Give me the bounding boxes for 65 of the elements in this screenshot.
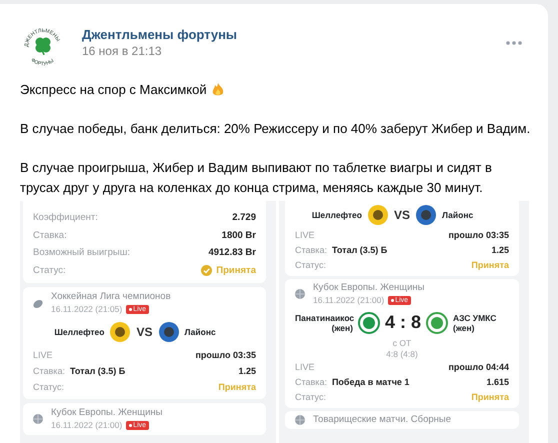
league-name: Кубок Европы. Женщины [313,282,424,294]
score-note: 4:8 (4:8) [385,349,419,360]
puck-icon [33,298,43,308]
emblem-icon [426,312,448,334]
row-value: 4912.83 Br [208,246,256,260]
status-text: Принята [471,391,509,404]
odds-value: 1.615 [486,376,509,389]
fire-icon [210,82,225,96]
match-state: LIVE [295,361,315,374]
status-label: Статус: [33,264,66,278]
emblem-icon [358,312,380,334]
team-name: АЗС УМКС (жен) [453,312,498,332]
bet-name: Тотал (3.5) Б [332,245,388,255]
row-value: 2.729 [232,211,256,225]
status-text: Принята [216,264,256,278]
bet-label: Ставка: [295,245,327,255]
ball-icon [295,415,305,425]
status-label: Статус: [295,391,326,404]
bet-name: Победа в матче 1 [332,377,410,387]
check-icon [201,264,212,276]
emblem-icon [158,321,180,343]
elapsed-time: прошло 04:44 [448,361,509,374]
post-text: В случае проигрыша, Жибер и Вадим выпивают по таблетке виагры и сидят в трусах друг у друга на коленках до конца стрима, меняясь каждые 30 минут. [20,159,493,197]
row-value: 1800 Br [222,228,256,242]
emblem-icon [109,321,132,343]
post-text: Экспресс на спор с Максимкой [20,82,207,97]
odds-value: 1.25 [491,244,509,257]
team-name: Шеллефтео [53,327,104,337]
status-text: Принята [218,381,256,394]
status-label: Статус: [295,259,326,272]
status-label: Статус: [33,381,64,394]
emblem-icon [415,204,437,226]
bet-name: Тотал (3.5) Б [70,366,126,376]
post-text: В случае победы, банк делиться: 20% Режиссеру и по 40% заберут Жибер и Вадим. [20,120,532,138]
match-score: 4 : 8 [385,311,422,334]
elapsed-time: прошло 03:35 [448,229,509,242]
emblem-icon [366,204,389,226]
author-name[interactable]: Джентльмены фортуны [82,26,506,43]
post-date[interactable]: 16 ноя в 21:13 [82,43,506,60]
match-date: 16.11.2022 (21:05) [51,303,122,315]
match-state: LIVE [33,349,53,362]
ball-icon [295,289,305,299]
match-date: 16.11.2022 (21:00) [51,419,122,431]
row-label: Ставка: [33,228,67,242]
more-icon [506,41,522,45]
score-note: с ОТ [392,338,412,349]
team-name: Панатинаикос (жен) [295,312,353,332]
status-text: Принята [471,259,509,272]
odds-value: 1.25 [238,365,256,378]
league-name: Хоккейная Лига чемпионов [51,291,171,303]
league-name: Кубок Европы. Женщины [51,407,162,419]
match-date: 16.11.2022 (21:00) [313,294,384,306]
versus-text: VS [136,324,152,341]
team-name: Лайонс [184,327,217,337]
ball-icon [33,414,43,424]
match-state: LIVE [295,229,315,242]
team-name: Лайонс [442,210,474,220]
versus-text: VS [394,207,410,224]
bet-label: Ставка: [295,377,327,387]
row-label: Возможный выигрыш: [33,246,130,260]
elapsed-time: прошло 03:35 [195,349,256,362]
league-name: Товарищеские матчи. Сборные [313,414,452,426]
bet-label: Ставка: [33,366,65,376]
team-name: Шеллефтео [310,210,362,220]
row-label: Коэффициент: [33,211,98,225]
